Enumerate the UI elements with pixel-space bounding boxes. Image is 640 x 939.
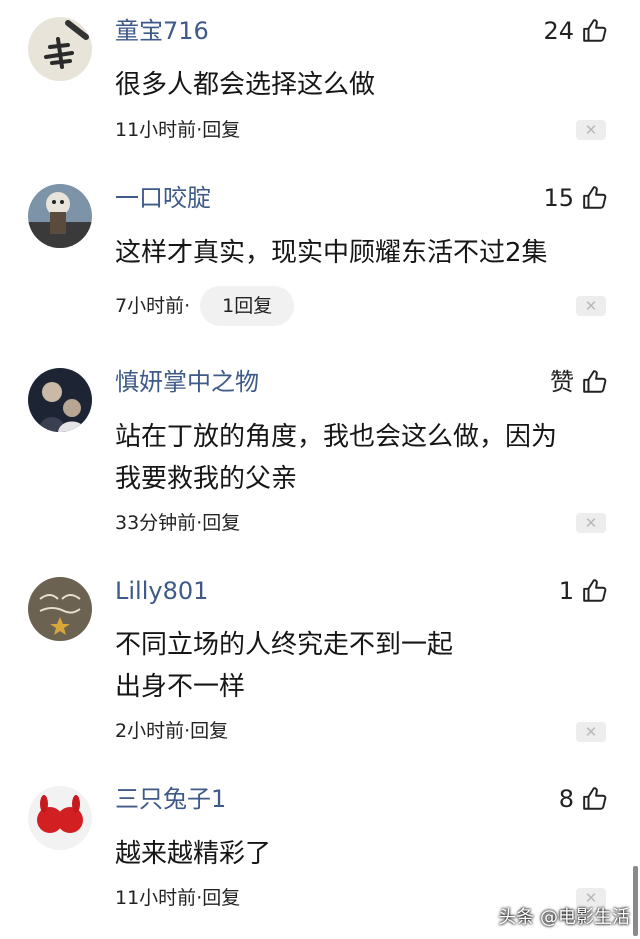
like-button[interactable]: 1 (559, 576, 608, 606)
like-count: 8 (558, 785, 574, 813)
close-icon[interactable]: ✕ (576, 513, 606, 533)
reply-count-button[interactable]: 1回复 (200, 286, 295, 326)
timestamp: 7小时前 (115, 295, 185, 317)
username[interactable]: 一口咬腚 (115, 183, 211, 213)
scrollbar[interactable] (633, 866, 638, 936)
like-button[interactable]: 8 (559, 784, 608, 814)
close-icon[interactable]: ✕ (576, 296, 606, 316)
happy-new-year-avatar-icon[interactable] (28, 577, 92, 641)
timestamp: 11小时前 (115, 119, 197, 141)
username[interactable]: 童宝716 (115, 16, 209, 46)
comment-meta: 11小时前 · 回复 (115, 116, 240, 144)
like-label: 赞 (550, 368, 574, 396)
username[interactable]: 慎妍掌中之物 (115, 367, 259, 397)
comment-text-line: 不同立场的人终究走不到一起 (115, 630, 454, 660)
thumbs-up-icon (582, 369, 608, 395)
thumbs-up-icon (582, 578, 608, 604)
like-count: 1 (558, 577, 574, 605)
reply-button[interactable]: 回复 (202, 884, 240, 912)
like-button[interactable]: 赞 (550, 367, 608, 397)
thumbs-up-icon (582, 786, 608, 812)
portrait-avatar-icon[interactable] (28, 368, 92, 432)
comment-text-line: 我要救我的父亲 (115, 464, 298, 494)
like-count: 24 (543, 17, 574, 45)
comment-text-line: 出身不一样 (115, 672, 246, 702)
comment-meta: 33分钟前 · 回复 (115, 509, 240, 537)
red-rabbit-avatar-icon[interactable] (28, 786, 92, 850)
reply-button[interactable]: 回复 (202, 509, 240, 537)
like-button[interactable]: 24 (543, 16, 608, 46)
timestamp: 11小时前 (115, 887, 197, 909)
toy-figure-avatar-icon[interactable] (28, 184, 92, 248)
username[interactable]: Lilly801 (115, 576, 208, 606)
meta-separator: · (184, 295, 191, 317)
calligraphy-avatar-icon[interactable] (28, 17, 92, 81)
like-count: 15 (543, 184, 574, 212)
comment-text-line: 站在丁放的角度，我也会这么做，因为 (115, 422, 558, 452)
comment-meta: 2小时前 · 回复 (115, 717, 228, 745)
timestamp: 2小时前 (115, 720, 185, 742)
comment-text-line: 很多人都会选择这么做 (115, 70, 376, 100)
comment-text-line: 越来越精彩了 (115, 839, 272, 869)
reply-button[interactable]: 回复 (202, 116, 240, 144)
comment-meta: 7小时前 · 1回复 (115, 286, 295, 326)
comment-text-line: 这样才真实，现实中顾耀东活不过2集 (115, 238, 548, 268)
like-button[interactable]: 15 (543, 183, 608, 213)
comment-meta: 11小时前 · 回复 (115, 884, 240, 912)
close-icon[interactable]: ✕ (576, 722, 606, 742)
watermark: 头条 @电影生活 (498, 907, 630, 928)
username[interactable]: 三只兔子1 (115, 784, 226, 814)
timestamp: 33分钟前 (115, 512, 197, 534)
thumbs-up-icon (582, 18, 608, 44)
close-icon[interactable]: ✕ (576, 120, 606, 140)
reply-button[interactable]: 回复 (190, 717, 228, 745)
thumbs-up-icon (582, 185, 608, 211)
